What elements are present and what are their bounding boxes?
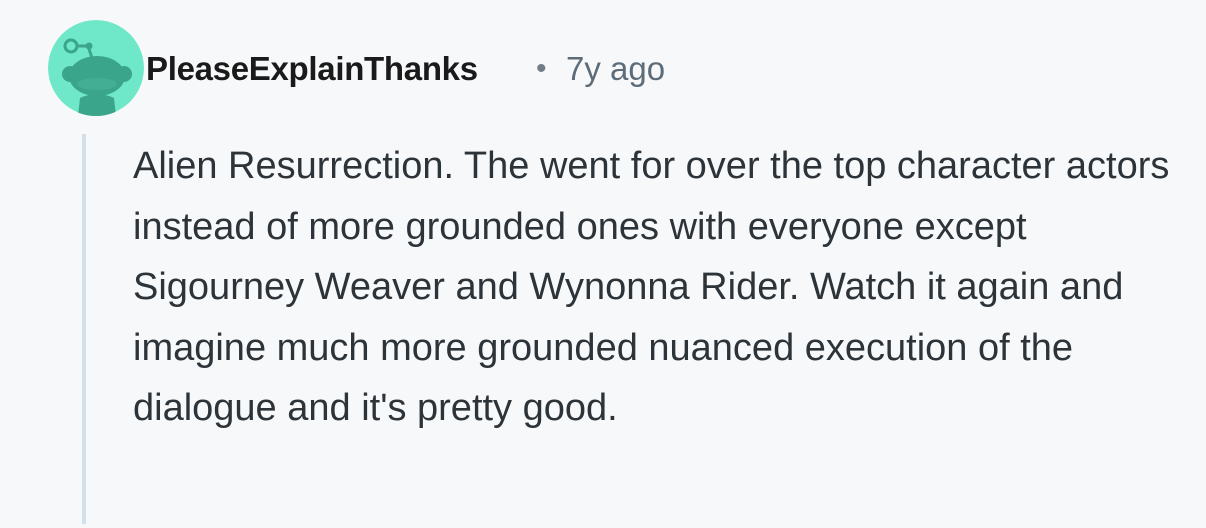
thread-collapse-line[interactable] xyxy=(82,134,86,524)
comment: PleaseExplainThanks • 7y ago Alien Resur… xyxy=(0,0,1206,528)
comment-timestamp[interactable]: 7y ago xyxy=(566,50,665,88)
snoo-avatar-icon xyxy=(48,20,144,116)
user-avatar[interactable] xyxy=(48,20,144,116)
comment-author-link[interactable]: PleaseExplainThanks xyxy=(146,50,478,88)
comment-body: Alien Resurrection. The went for over th… xyxy=(133,145,1170,429)
meta-separator: • xyxy=(536,52,547,85)
